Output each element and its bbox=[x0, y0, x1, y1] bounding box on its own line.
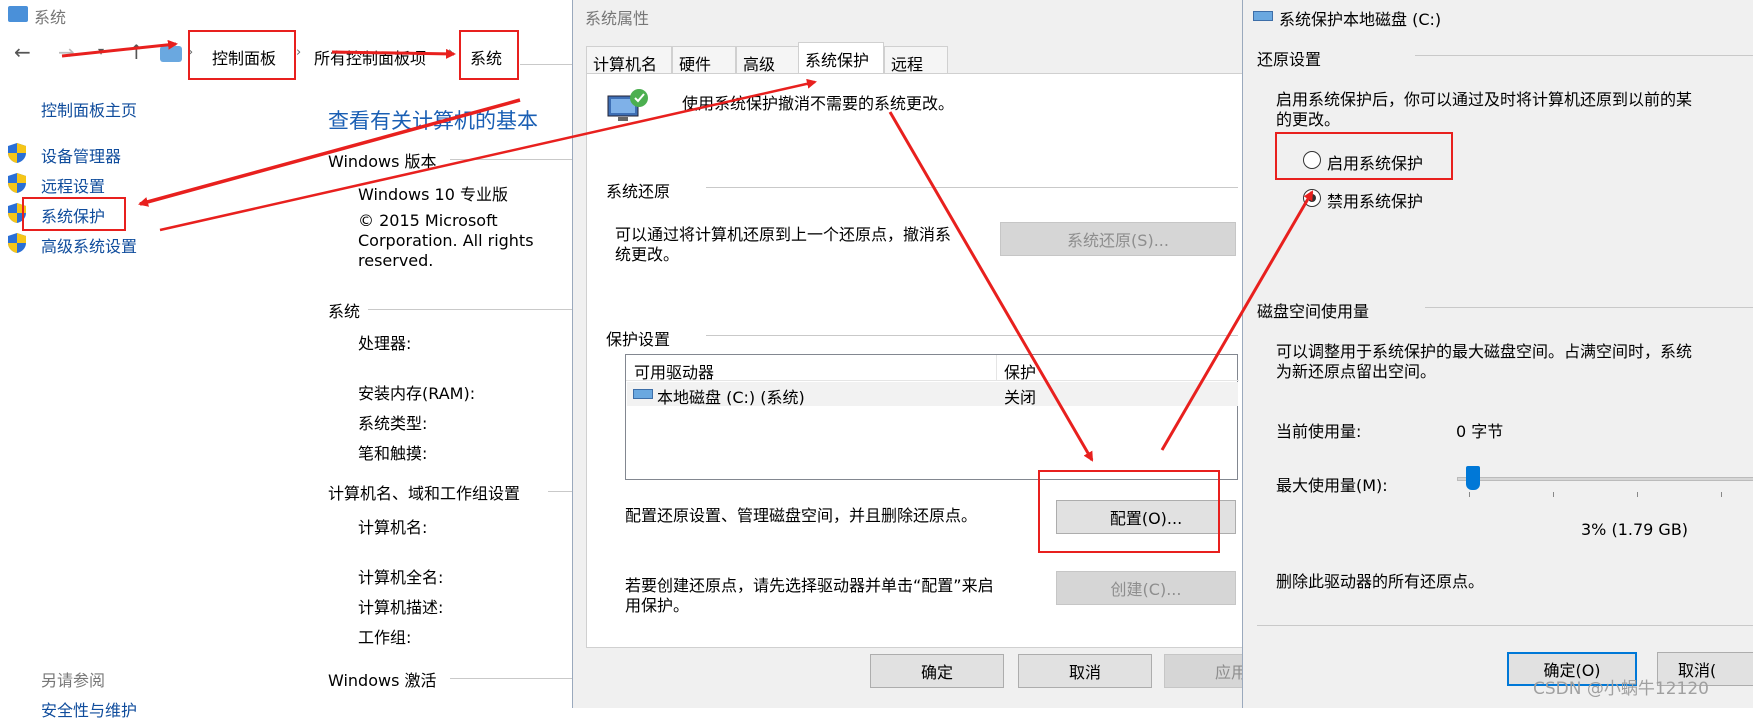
system-window: 系统 ← → ▾ ↑ › 控制面板 › 所有控制面板项 › 系统 控制面板主页 … bbox=[0, 0, 580, 720]
watermark: CSDN @小蜗牛12120 bbox=[1533, 679, 1709, 699]
disk-restore-divider bbox=[1415, 55, 1753, 56]
radio-disable-label[interactable]: 禁用系统保护 bbox=[1327, 188, 1423, 212]
drive-icon bbox=[633, 389, 653, 399]
back-arrow-icon[interactable]: ← bbox=[14, 40, 31, 64]
system-divider bbox=[368, 309, 575, 310]
chevron-right-icon: › bbox=[448, 45, 454, 60]
radio-disable[interactable] bbox=[1303, 189, 1321, 207]
annotation-box-configure bbox=[1038, 470, 1220, 553]
table-row[interactable]: 本地磁盘 (C:) (系统) 关闭 bbox=[627, 382, 1238, 407]
activation-header: Windows 激活 bbox=[328, 671, 437, 690]
create-text-2: 用保护。 bbox=[625, 596, 690, 615]
create-button[interactable]: 创建(C)... bbox=[1056, 571, 1236, 605]
delete-restore-points-text: 删除此驱动器的所有还原点。 bbox=[1276, 572, 1485, 591]
cancel-button[interactable]: 取消 bbox=[1018, 654, 1152, 688]
workgroup-label: 工作组: bbox=[358, 628, 412, 647]
drives-table[interactable]: 可用驱动器 保护 本地磁盘 (C:) (系统) 关闭 bbox=[625, 354, 1239, 480]
description-label: 计算机描述: bbox=[358, 598, 444, 617]
disk-space-header: 磁盘空间使用量 bbox=[1257, 302, 1370, 321]
sidebar-item-device-manager[interactable]: 设备管理器 bbox=[41, 143, 121, 167]
activation-divider bbox=[450, 678, 575, 679]
nav-security-maintenance[interactable]: 安全性与维护 bbox=[41, 697, 137, 721]
sidebar-item-remote-settings[interactable]: 远程设置 bbox=[41, 173, 105, 197]
system-restore-button[interactable]: 系统还原(S)... bbox=[1000, 222, 1236, 256]
computer-icon bbox=[8, 6, 28, 22]
usage-slider-tick bbox=[1469, 492, 1470, 497]
disk-bottom-divider bbox=[1257, 625, 1753, 626]
tab-computer-name[interactable]: 计算机名 bbox=[586, 46, 672, 74]
col-header-drive[interactable]: 可用驱动器 bbox=[634, 359, 714, 383]
restore-text-2: 统更改。 bbox=[615, 245, 680, 264]
annotation-box-breadcrumb-system bbox=[459, 30, 519, 80]
copyright-line-2: Corporation. All rights bbox=[358, 231, 534, 250]
tab-advanced[interactable]: 高级 bbox=[736, 46, 800, 74]
up-arrow-icon[interactable]: ↑ bbox=[128, 40, 145, 64]
table-header bbox=[626, 355, 1239, 381]
usage-slider-tick bbox=[1721, 492, 1722, 497]
forward-arrow-icon[interactable]: → bbox=[58, 40, 75, 64]
shield-icon bbox=[6, 142, 28, 164]
current-usage-label: 当前使用量: bbox=[1276, 422, 1362, 441]
system-window-title: 系统 bbox=[34, 8, 67, 27]
col-header-protection[interactable]: 保护 bbox=[1004, 359, 1036, 383]
properties-window-title: 系统属性 bbox=[585, 9, 650, 28]
annotation-box-breadcrumb-cp bbox=[188, 30, 296, 80]
sidebar-item-advanced-settings[interactable]: 高级系统设置 bbox=[41, 233, 137, 257]
nav-control-panel-home[interactable]: 控制面板主页 bbox=[41, 97, 137, 121]
copyright-line-3: reserved. bbox=[358, 251, 434, 270]
see-also-label: 另请参阅 bbox=[41, 671, 106, 690]
annotation-box-system-protection bbox=[22, 197, 126, 231]
name-divider bbox=[548, 491, 575, 492]
ok-button[interactable]: 确定 bbox=[870, 654, 1004, 688]
control-panel-icon bbox=[160, 46, 182, 62]
page-title: 查看有关计算机的基本 bbox=[328, 109, 538, 133]
drive-status: 关闭 bbox=[1004, 388, 1037, 407]
pen-label: 笔和触摸: bbox=[358, 444, 428, 463]
system-header: 系统 bbox=[328, 302, 361, 321]
max-usage-value: 3% (1.79 GB) bbox=[1581, 520, 1689, 539]
disk-protection-window: 系统保护本地磁盘 (C:) 还原设置 启用系统保护后，你可以通过及时将计算机还原… bbox=[1242, 0, 1753, 708]
address-divider bbox=[520, 64, 580, 65]
col-divider bbox=[996, 355, 997, 381]
chevron-down-icon[interactable]: ▾ bbox=[98, 44, 104, 58]
tab-hardware[interactable]: 硬件 bbox=[672, 46, 736, 74]
edition-divider bbox=[450, 159, 575, 160]
shield-icon bbox=[6, 232, 28, 254]
disk-space-divider bbox=[1425, 307, 1753, 308]
usage-slider-tick bbox=[1553, 492, 1554, 497]
edition-value: Windows 10 专业版 bbox=[358, 185, 508, 204]
copyright-line-1: © 2015 Microsoft bbox=[358, 211, 498, 230]
chevron-right-icon: › bbox=[296, 45, 302, 60]
disk-window-title: 系统保护本地磁盘 (C:) bbox=[1279, 10, 1442, 29]
ram-label: 安装内存(RAM): bbox=[358, 384, 476, 403]
annotation-box-enable bbox=[1275, 132, 1453, 180]
systype-label: 系统类型: bbox=[358, 414, 428, 433]
current-usage-value: 0 字节 bbox=[1456, 422, 1504, 441]
disk-restore-text-2: 的更改。 bbox=[1276, 110, 1341, 129]
usage-slider-track[interactable] bbox=[1457, 477, 1753, 481]
compname-label: 计算机名: bbox=[358, 518, 428, 537]
config-text: 配置还原设置、管理磁盘空间，并且删除还原点。 bbox=[625, 506, 978, 525]
breadcrumb-all-items[interactable]: 所有控制面板项 bbox=[314, 45, 426, 69]
protection-intro: 使用系统保护撤消不需要的系统更改。 bbox=[682, 94, 955, 113]
tab-remote[interactable]: 远程 bbox=[884, 46, 948, 74]
max-usage-label: 最大使用量(M): bbox=[1276, 476, 1388, 495]
system-restore-icon bbox=[606, 88, 650, 124]
usage-slider-tick bbox=[1637, 492, 1638, 497]
computer-name-header: 计算机名、域和工作组设置 bbox=[328, 484, 521, 503]
processor-label: 处理器: bbox=[358, 334, 412, 353]
protection-divider bbox=[706, 335, 1238, 336]
disk-restore-header: 还原设置 bbox=[1257, 50, 1322, 69]
edition-header: Windows 版本 bbox=[328, 152, 437, 171]
disk-space-text-2: 为新还原点留出空间。 bbox=[1276, 362, 1437, 381]
protection-header: 保护设置 bbox=[606, 330, 671, 349]
restore-divider bbox=[706, 187, 1238, 188]
shield-icon bbox=[6, 172, 28, 194]
tab-system-protection[interactable]: 系统保护 bbox=[798, 42, 884, 74]
drive-icon bbox=[1253, 11, 1273, 21]
fullname-label: 计算机全名: bbox=[358, 568, 444, 587]
restore-header: 系统还原 bbox=[606, 182, 671, 201]
usage-slider-thumb[interactable] bbox=[1465, 466, 1480, 490]
drive-name: 本地磁盘 (C:) (系统) bbox=[657, 388, 805, 407]
